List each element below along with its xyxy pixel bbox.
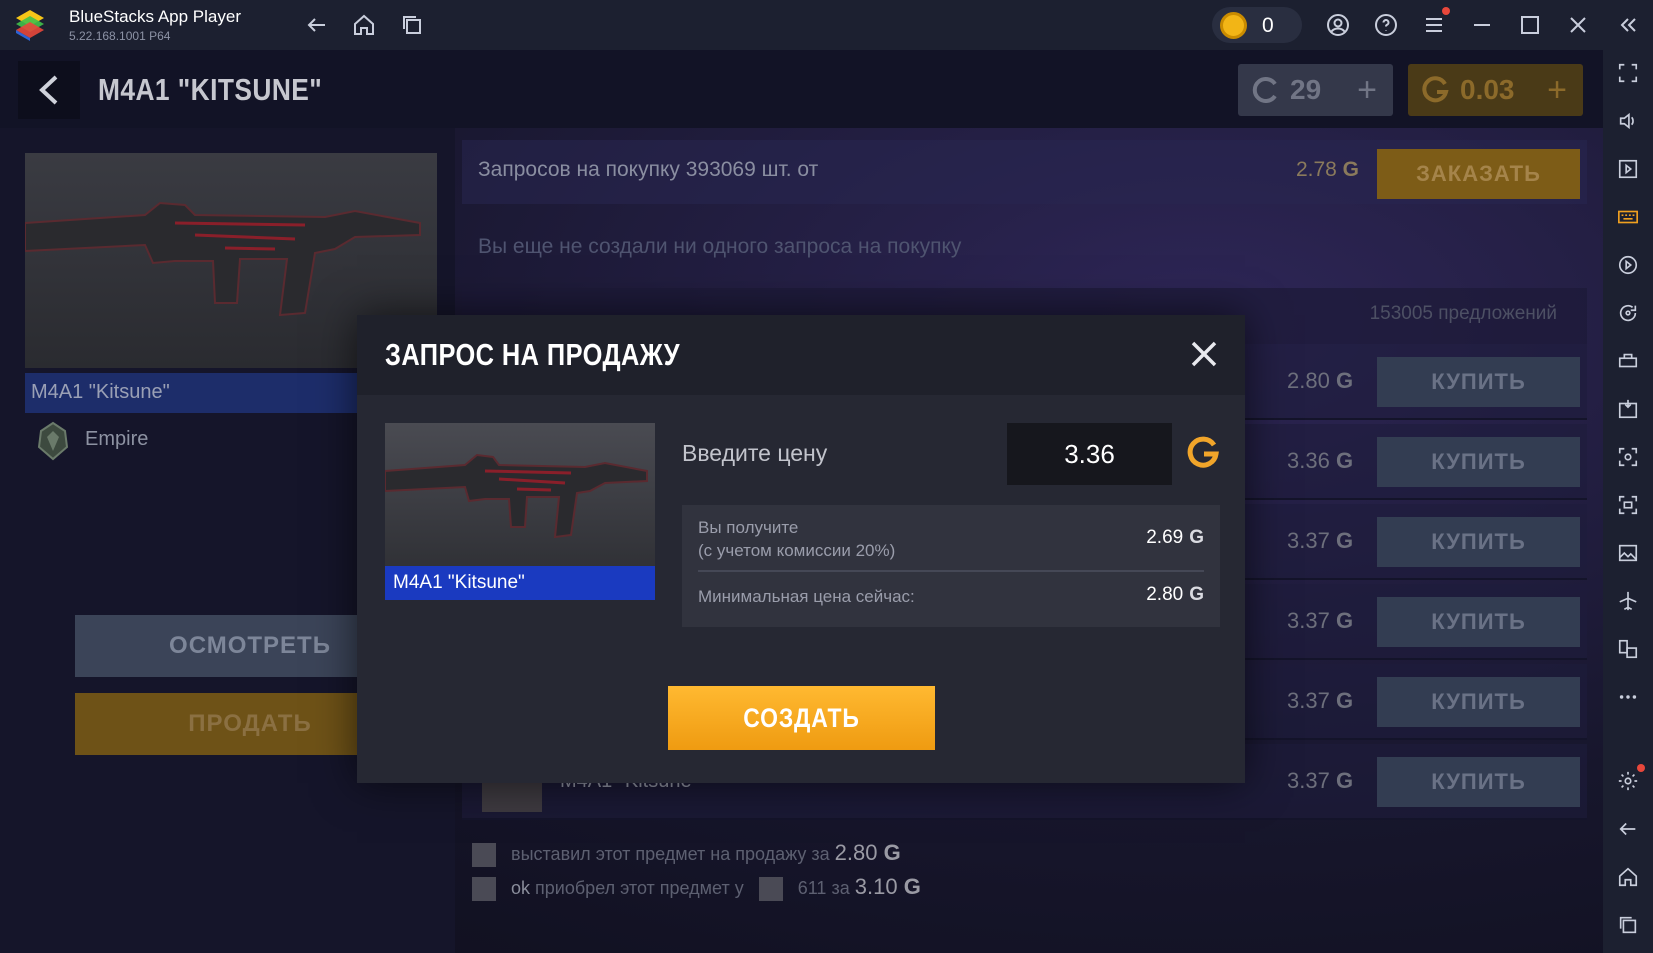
gold-currency-icon [1187,436,1219,468]
gold-coin-icon [1422,76,1449,103]
user-avatar [758,877,783,902]
volume-icon[interactable] [1615,108,1641,134]
no-orders-text: Вы еще не создали ни одного запроса на п… [478,235,962,258]
buy-button[interactable]: КУПИТЬ [1377,677,1580,727]
offer-price: 3.37 G [1287,528,1354,553]
android-home-icon[interactable] [1615,864,1641,890]
app-name: BlueStacks App Player [69,7,241,26]
price-info-box: Вы получите (с учетом комиссии 20%) 2.69 G… [682,505,1220,627]
buy-button[interactable]: КУПИТЬ [1377,757,1580,807]
offer-price: 3.36 G [1287,448,1354,473]
close-window-icon[interactable] [1564,11,1592,39]
notification-dot [1442,7,1450,15]
silver-amount: 29 [1290,74,1322,105]
keyboard-icon[interactable] [1615,204,1641,230]
create-button[interactable]: СОЗДАТЬ [668,686,935,750]
close-dialog-button[interactable] [1185,335,1223,373]
feed-item: ok приобрел этот предмет у 611 за 3.10 G [472,874,921,902]
gallery-icon[interactable] [1615,540,1641,566]
dialog-item-image [384,423,655,568]
offer-price: 3.37 G [1287,688,1354,713]
rifle-image [384,453,648,539]
divider [698,570,1204,572]
buy-button[interactable]: КУПИТЬ [1377,597,1580,647]
coin-icon [1220,12,1247,39]
collapse-sidebar-icon[interactable] [1614,11,1642,39]
bluestacks-sidebar [1603,50,1653,953]
game-screen: M4A1 "KITSUNE" 29 + 0.03 + M4A1 "Kitsune… [0,50,1603,953]
close-icon [1191,341,1217,367]
game-back-button[interactable] [18,61,80,119]
buy-orders-row: Запросов на покупку 393069 шт. от 2.78 G… [462,140,1587,204]
add-gold-button[interactable]: + [1531,64,1583,116]
buy-orders-text: Запросов на покупку 393069 шт. от [478,158,819,181]
coin-balance[interactable]: 0 [1212,7,1302,43]
app-version: 5.22.168.1001 P64 [69,29,171,43]
chevron-left-icon [39,75,58,105]
buy-button[interactable]: КУПИТЬ [1377,357,1580,407]
multi-instance-icon[interactable] [1615,636,1641,662]
coin-count: 0 [1262,14,1274,37]
activity-feed: выставил этот предмет на продажу за 2.80… [462,828,1587,953]
offer-price: 3.37 G [1287,768,1354,793]
window-titlebar: BlueStacks App Player 5.22.168.1001 P64 … [0,0,1653,50]
dialog-header: ЗАПРОС НА ПРОДАЖУ [357,315,1245,395]
media-icon[interactable] [1615,156,1641,182]
place-order-button[interactable]: ЗАКАЗАТЬ [1377,149,1580,199]
maximize-icon[interactable] [1516,11,1544,39]
buy-orders-price: 2.78 G [1295,158,1359,181]
dialog-title: ЗАПРОС НА ПРОДАЖУ [385,337,680,372]
user-avatar [472,843,496,868]
help-icon[interactable] [1372,11,1400,39]
buy-button[interactable]: КУПИТЬ [1377,437,1580,487]
price-label: Введите цену [682,440,828,466]
empire-emblem-icon [37,421,69,461]
min-price-label: Минимальная цена сейчас: [698,587,915,606]
buy-button[interactable]: КУПИТЬ [1377,517,1580,567]
minimize-icon[interactable] [1468,11,1496,39]
macro-play-icon[interactable] [1615,252,1641,278]
controller-icon[interactable] [1615,348,1641,374]
fullscreen-icon[interactable] [1615,60,1641,86]
offer-price: 2.80 G [1287,368,1354,393]
silver-balance: 29 + [1238,64,1393,116]
price-input[interactable] [1007,423,1172,485]
rotate-icon[interactable] [1615,300,1641,326]
recent-apps-icon[interactable] [398,11,426,39]
add-silver-button[interactable]: + [1341,64,1393,116]
settings-gear-icon[interactable] [1615,764,1645,794]
notification-dot [1637,764,1645,772]
screenshot-icon[interactable] [1615,444,1641,470]
item-title: M4A1 "KITSUNE" [98,72,323,107]
airplane-mode-icon[interactable] [1615,588,1641,614]
receive-value: 2.69 G [1146,527,1204,548]
home-icon[interactable] [350,11,378,39]
offers-count: 153005 предложений [1369,303,1557,324]
back-arrow-icon[interactable] [303,11,331,39]
feed-item: выставил этот предмет на продажу за 2.80… [472,840,901,868]
gold-balance: 0.03 + [1408,64,1583,116]
receive-label: Вы получите (с учетом комиссии 20%) [698,518,896,560]
collection-name: Empire [85,428,149,450]
min-price-value: 2.80 G [1146,584,1204,605]
offer-price: 3.37 G [1287,608,1354,633]
gold-amount: 0.03 [1460,74,1515,105]
user-avatar [472,877,496,902]
more-options-icon[interactable] [1615,684,1641,710]
sell-request-dialog: ЗАПРОС НА ПРОДАЖУ M4A1 "Kitsune" Введите… [357,315,1245,783]
apk-install-icon[interactable] [1615,396,1641,422]
dialog-item-name: M4A1 "Kitsune" [385,566,655,600]
game-header: M4A1 "KITSUNE" 29 + 0.03 + [0,50,1603,128]
android-recents-icon[interactable] [1615,912,1641,938]
silver-coin-icon [1252,77,1277,103]
record-screen-icon[interactable] [1615,492,1641,518]
android-back-icon[interactable] [1615,816,1641,842]
account-icon[interactable] [1324,11,1352,39]
menu-icon[interactable] [1420,7,1450,39]
bluestacks-logo-icon [16,10,44,41]
